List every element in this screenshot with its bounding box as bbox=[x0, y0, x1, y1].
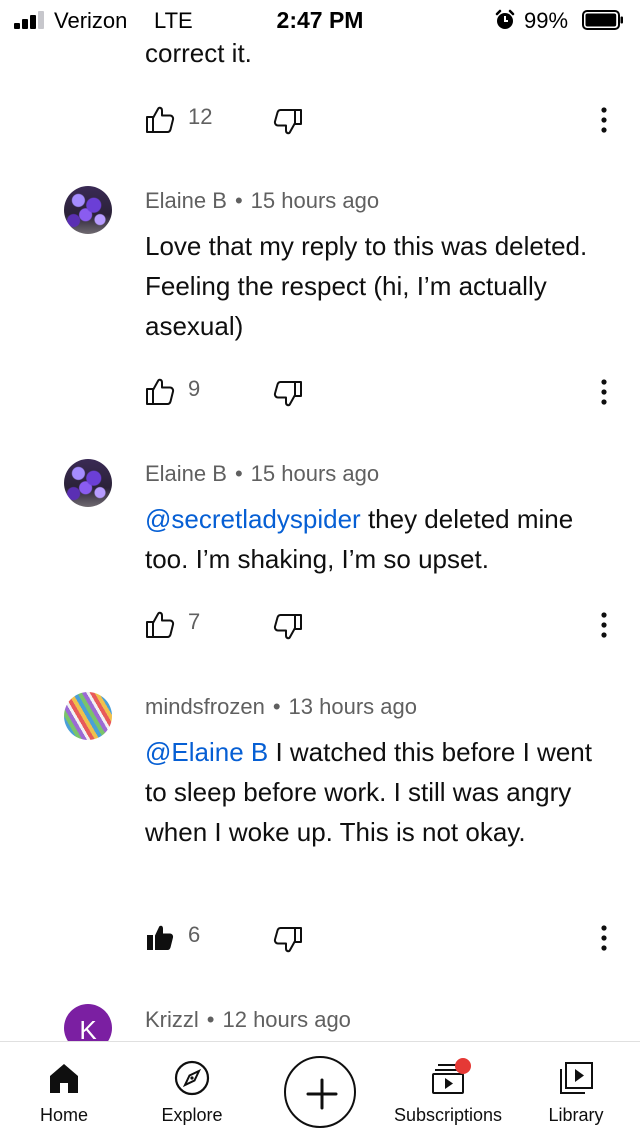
nav-label-explore: Explore bbox=[161, 1105, 223, 1125]
like-count: 7 bbox=[188, 609, 201, 634]
app-root: Verizon LTE 2:47 PM 99% correct it. 12 E… bbox=[0, 0, 640, 1136]
like-button[interactable] bbox=[144, 609, 176, 641]
nav-label-home: Home bbox=[39, 1105, 88, 1125]
plus-icon bbox=[306, 1078, 338, 1110]
meta-separator: • bbox=[206, 1007, 215, 1032]
mention-link[interactable]: @secretladyspider bbox=[145, 504, 361, 534]
dislike-button[interactable] bbox=[272, 611, 304, 643]
nav-home[interactable]: Home bbox=[22, 1042, 106, 1136]
more-options-button[interactable] bbox=[590, 920, 618, 956]
alarm-icon bbox=[495, 9, 515, 29]
home-icon bbox=[50, 1064, 78, 1093]
bottom-navigation: Home Explore Subscriptions Library bbox=[0, 1041, 640, 1136]
status-bar: Verizon LTE 2:47 PM 99% bbox=[0, 0, 640, 40]
meta-separator: • bbox=[234, 461, 243, 486]
more-options-button[interactable] bbox=[590, 607, 618, 643]
avatar[interactable] bbox=[64, 459, 112, 507]
nav-library[interactable]: Library bbox=[538, 1042, 614, 1136]
like-button[interactable] bbox=[144, 104, 176, 136]
like-count: 6 bbox=[188, 922, 201, 947]
comment-meta: Krizzl • 12 hours ago bbox=[145, 1007, 351, 1033]
like-count: 12 bbox=[188, 104, 213, 129]
like-button[interactable] bbox=[144, 376, 176, 408]
comment-actions: 12 bbox=[0, 102, 640, 142]
mention-link[interactable]: @Elaine B bbox=[145, 737, 268, 767]
meta-separator: • bbox=[272, 694, 281, 719]
notification-dot bbox=[455, 1058, 471, 1074]
comment-author[interactable]: Elaine B bbox=[145, 461, 227, 486]
more-options-button[interactable] bbox=[590, 102, 618, 138]
comment-author[interactable]: Elaine B bbox=[145, 188, 227, 213]
dislike-button[interactable] bbox=[272, 378, 304, 410]
comment-meta: Elaine B • 15 hours ago bbox=[145, 188, 379, 214]
comment-time: 15 hours ago bbox=[250, 461, 380, 486]
create-button[interactable] bbox=[284, 1056, 356, 1128]
like-count: 9 bbox=[188, 376, 201, 401]
battery-icon bbox=[582, 10, 623, 30]
dislike-button[interactable] bbox=[272, 924, 304, 956]
nav-label-subscriptions: Subscriptions bbox=[393, 1105, 503, 1125]
comment-actions: 6 bbox=[0, 920, 640, 960]
comment-meta: mindsfrozen • 13 hours ago bbox=[145, 694, 417, 720]
meta-separator: • bbox=[234, 188, 243, 213]
comment-text: @secretladyspider they deleted mine too.… bbox=[145, 499, 615, 579]
comment-author[interactable]: mindsfrozen bbox=[145, 694, 265, 719]
nav-subscriptions[interactable]: Subscriptions bbox=[388, 1042, 508, 1136]
compass-icon bbox=[174, 1060, 210, 1096]
comment-meta: Elaine B • 15 hours ago bbox=[145, 461, 379, 487]
avatar[interactable] bbox=[64, 186, 112, 234]
more-options-button[interactable] bbox=[590, 374, 618, 410]
avatar[interactable] bbox=[64, 692, 112, 740]
comment-time: 13 hours ago bbox=[288, 694, 417, 719]
comment-text: Love that my reply to this was deleted. … bbox=[145, 231, 588, 341]
battery-percentage: 99% bbox=[524, 8, 569, 33]
library-icon bbox=[560, 1062, 593, 1094]
comment-time: 15 hours ago bbox=[250, 188, 380, 213]
like-button-active[interactable] bbox=[144, 922, 176, 954]
comment-time: 12 hours ago bbox=[222, 1007, 351, 1032]
comment-text: @Elaine B I watched this before I went t… bbox=[145, 732, 615, 852]
nav-explore[interactable]: Explore bbox=[146, 1042, 238, 1136]
nav-label-library: Library bbox=[548, 1105, 604, 1125]
dislike-button[interactable] bbox=[272, 106, 304, 138]
comment-actions: 7 bbox=[0, 607, 640, 647]
comment-actions: 9 bbox=[0, 374, 640, 414]
comment-author[interactable]: Krizzl bbox=[145, 1007, 199, 1032]
